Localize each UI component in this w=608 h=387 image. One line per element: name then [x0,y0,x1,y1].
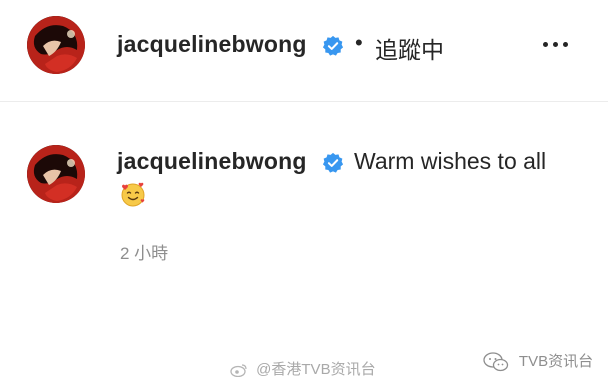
comment-avatar[interactable] [27,145,85,203]
weibo-watermark: @香港TVB资讯台 [230,358,376,379]
more-dot [563,42,568,47]
post-header: jacquelinebwong • 追蹤中 [0,0,608,102]
smiling-face-with-hearts-emoji-icon [121,182,145,207]
weibo-watermark-text: @香港TVB资讯台 [256,361,376,378]
separator-dot: • [355,30,363,55]
avatar-image [27,16,85,74]
more-dot [543,42,548,47]
header-username[interactable]: jacquelinebwong [117,31,307,58]
more-options-icon[interactable] [540,42,570,52]
verified-badge-icon [322,35,344,56]
comment-username[interactable]: jacquelinebwong [117,148,307,175]
avatar-image [27,145,85,203]
instagram-post-view: jacquelinebwong • 追蹤中 jacquelinebwong Wa… [0,0,608,387]
more-dot [553,42,558,47]
wechat-watermark: TVB资讯台 [483,350,593,372]
following-button[interactable]: 追蹤中 [375,31,444,65]
wechat-watermark-text: TVB资讯台 [518,353,594,370]
comment-timestamp: 2 小時 [120,244,169,263]
verified-badge-icon [322,152,344,173]
comment-text: Warm wishes to all [354,148,547,174]
wechat-logo-icon [483,352,509,372]
header-avatar[interactable] [27,16,85,74]
weibo-logo-icon [230,364,247,378]
